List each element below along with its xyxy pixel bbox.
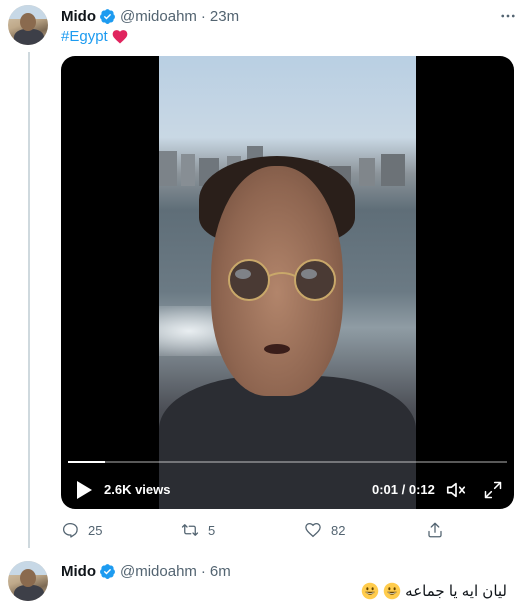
reply-text: ليان ايه يا جماعه (361, 582, 507, 600)
video-view-count: 2.6K views (104, 482, 171, 497)
thread-connector-line (28, 52, 30, 548)
author-name[interactable]: Mido (61, 8, 96, 25)
more-options-icon[interactable] (498, 6, 518, 26)
hashtag-link[interactable]: #Egypt (61, 28, 108, 45)
reply-count: 25 (88, 522, 103, 538)
reply-button[interactable]: 25 (61, 520, 102, 540)
tweet-timestamp[interactable]: 23m (210, 8, 239, 25)
retweet-button[interactable]: 5 (181, 520, 215, 540)
header-separator: · (200, 7, 206, 25)
like-heart-icon (305, 522, 321, 538)
reply-author-avatar[interactable] (8, 561, 48, 601)
header-separator: · (200, 562, 206, 580)
like-count: 82 (331, 522, 346, 538)
retweet-count: 5 (208, 522, 216, 538)
author-handle[interactable]: @midoahm (120, 8, 197, 25)
retweet-icon (181, 524, 199, 536)
tweet-action-bar: 25 5 82 (61, 520, 461, 540)
grinning-face-icon (361, 582, 379, 600)
video-player[interactable]: 2.6K views 0:01 / 0:12 (61, 56, 514, 509)
author-avatar[interactable] (8, 5, 48, 45)
grinning-face-icon (383, 582, 401, 600)
tweet-text: #Egypt (61, 28, 128, 45)
reply-author-name[interactable]: Mido (61, 563, 96, 580)
volume-muted-icon[interactable] (445, 479, 467, 501)
share-icon (428, 522, 442, 538)
sunglasses (228, 259, 336, 301)
reply-icon (62, 522, 78, 538)
reply-timestamp[interactable]: 6m (210, 563, 231, 580)
video-progress-fill (68, 461, 106, 463)
red-heart-icon (112, 30, 128, 44)
video-progress-bar[interactable] (68, 461, 507, 463)
like-button[interactable]: 82 (304, 520, 345, 540)
person-mouth (264, 344, 290, 354)
video-frame[interactable] (159, 56, 416, 509)
reply-body: ليان ايه يا جماعه (405, 583, 507, 600)
reply-author-handle[interactable]: @midoahm (120, 563, 197, 580)
play-icon[interactable] (75, 480, 93, 500)
share-button[interactable] (426, 520, 444, 540)
tweet-header: Mido @midoahm · 23m (61, 6, 239, 26)
fullscreen-icon[interactable] (483, 480, 503, 500)
video-duration: 0:01 / 0:12 (372, 482, 435, 497)
verified-badge-icon (100, 8, 115, 24)
verified-badge-icon (100, 563, 115, 579)
reply-header: Mido @midoahm · 6m (61, 561, 231, 581)
